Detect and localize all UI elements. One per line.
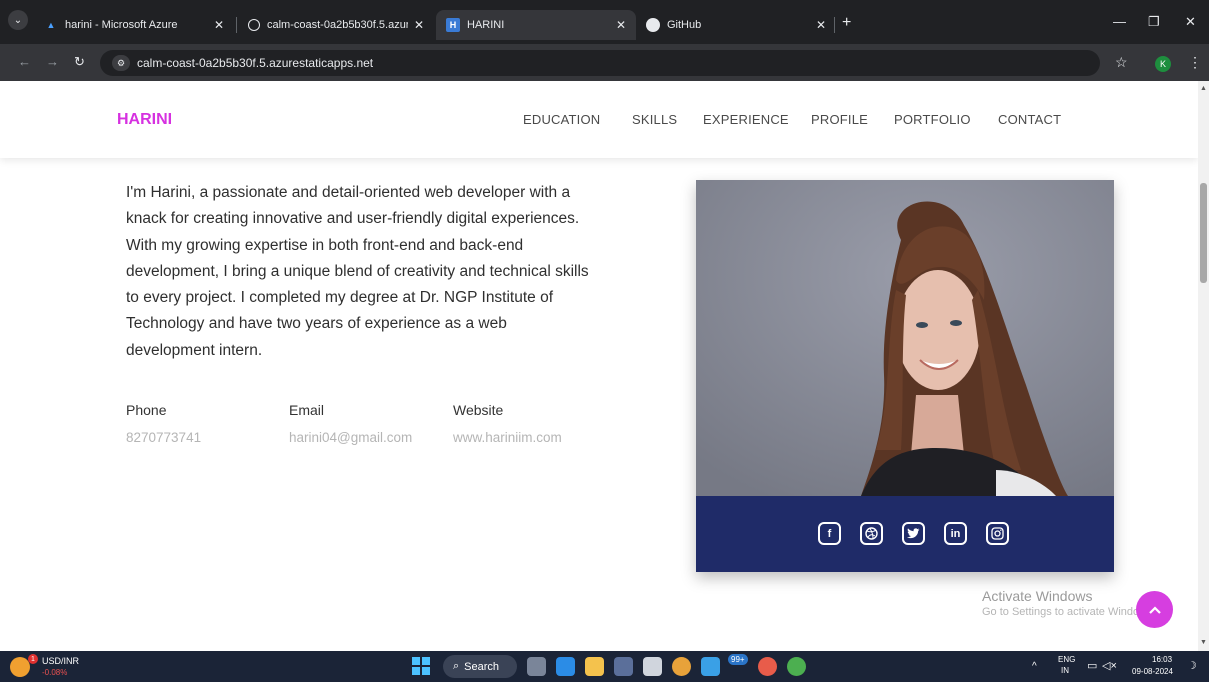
email-label: Email [289,402,325,418]
facebook-icon[interactable]: f [818,522,841,545]
profile-photo-illustration [696,180,1114,496]
reload-icon[interactable]: ↻ [74,54,85,70]
phone-label: Phone [126,402,167,418]
phone-value: 8270773741 [126,430,202,445]
site-brand[interactable]: HARINI [117,111,172,129]
speaker-icon[interactable]: ◁× [1102,659,1117,672]
vscode-icon[interactable] [556,657,575,676]
widget-title[interactable]: USD/INR [42,656,79,666]
start-windows-icon[interactable] [412,657,430,675]
instagram-icon[interactable] [986,522,1009,545]
azure-icon: ▲ [46,20,56,30]
notification-icon[interactable]: ☽ [1187,659,1197,672]
scroll-thumb[interactable] [1200,183,1207,283]
widget-badge: 1 [28,654,38,664]
tab-title: harini - Microsoft Azure [65,19,178,31]
site-header: HARINI EDUCATION SKILLS EXPERIENCE PROFI… [0,81,1198,158]
tab-github[interactable]: GitHub ✕ [636,10,836,40]
nav-portfolio[interactable]: PORTFOLIO [894,112,971,127]
browser-tab-strip: ⌄ ▲ harini - Microsoft Azure ✕ calm-coas… [0,0,1209,44]
region-indicator: IN [1061,666,1069,675]
bookmark-star-icon[interactable]: ☆ [1115,54,1128,71]
url-text[interactable]: calm-coast-0a2b5b30f.5.azurestaticapps.n… [137,56,373,70]
site-info-icon[interactable]: ⚙ [112,55,130,71]
nav-education[interactable]: EDUCATION [523,112,600,127]
site-icon: H [446,18,460,32]
tab-separator [236,17,237,33]
nav-experience[interactable]: EXPERIENCE [703,112,789,127]
new-tab-button[interactable]: + [842,14,851,32]
globe-icon [248,19,260,31]
website-label: Website [453,402,504,418]
address-bar[interactable]: ⚙ calm-coast-0a2b5b30f.5.azurestaticapps… [100,50,1100,76]
linkedin-icon[interactable]: in [944,522,967,545]
profile-photo [696,180,1114,496]
tab-harini[interactable]: H HARINI ✕ [436,10,636,40]
close-icon[interactable]: ✕ [616,18,626,32]
activate-windows-title: Activate Windows [982,588,1093,604]
file-explorer-icon[interactable] [585,657,604,676]
about-paragraph: I'm Harini, a passionate and detail-orie… [126,184,589,359]
profile-card: f in [696,180,1114,572]
email-value: harini04@gmail.com [289,430,413,445]
search-icon: ⌕ [453,660,460,672]
chrome-profile-icon-2[interactable] [787,657,806,676]
tab-calm-coast[interactable]: calm-coast-0a2b5b30f.5.azures ✕ [238,10,434,40]
taskbar-search-label: Search [464,660,500,673]
forward-icon[interactable]: → [46,54,59,69]
clock-date[interactable]: 09-08-2024 [1132,667,1173,676]
tab-separator [834,17,835,33]
clock-time[interactable]: 16:03 [1152,655,1172,664]
widget-change: -0.08% [42,668,68,677]
page-viewport: HARINI EDUCATION SKILLS EXPERIENCE PROFI… [0,81,1198,651]
twitter-icon[interactable] [902,522,925,545]
chrome-profile-icon[interactable] [758,657,777,676]
tab-azure[interactable]: ▲ harini - Microsoft Azure ✕ [34,10,234,40]
browser-toolbar: ← → ↻ ⚙ calm-coast-0a2b5b30f.5.azurestat… [0,44,1209,81]
scroll-up-arrow-icon[interactable]: ▲ [1200,85,1207,92]
back-icon[interactable]: ← [18,54,31,69]
scroll-to-top-button[interactable] [1136,591,1173,628]
chrome-notification-badge: 99+ [728,654,748,665]
tab-title: GitHub [667,19,702,31]
tray-chevron-up-icon[interactable]: ^ [1032,661,1037,672]
tab-search-button[interactable]: ⌄ [8,10,28,30]
dribbble-icon[interactable] [860,522,883,545]
close-icon[interactable]: ✕ [414,18,424,32]
activate-windows-subtitle: Go to Settings to activate Windows. [982,606,1156,618]
tab-title: calm-coast-0a2b5b30f.5.azures [267,19,408,31]
close-icon[interactable]: ✕ [214,18,224,32]
window-close-icon[interactable]: ✕ [1185,14,1196,30]
menu-kebab-icon[interactable]: ⋮ [1188,54,1202,71]
nav-profile[interactable]: PROFILE [811,112,868,127]
task-view-icon[interactable] [527,657,546,676]
notes-icon[interactable] [643,657,662,676]
restore-icon[interactable]: ❐ [1148,14,1160,30]
chrome-icon[interactable] [672,657,691,676]
language-indicator[interactable]: ENG [1058,655,1075,664]
tab-title: HARINI [467,19,505,31]
minimize-icon[interactable]: — [1113,14,1126,29]
windows-taskbar: 1 USD/INR -0.08% ⌕ Search 99+ ^ ENG IN ▭… [0,651,1209,682]
weather-widget-icon[interactable] [10,657,30,677]
website-value: www.hariniim.com [453,430,562,445]
github-icon [646,18,660,32]
store-icon[interactable] [614,657,633,676]
nav-skills[interactable]: SKILLS [632,112,677,127]
profile-avatar[interactable]: K [1155,56,1171,72]
close-icon[interactable]: ✕ [816,18,826,32]
network-icon[interactable]: ▭ [1087,659,1097,672]
nav-contact[interactable]: CONTACT [998,112,1061,127]
social-links-bar: f in [696,496,1114,572]
taskbar-search-box[interactable]: ⌕ Search [443,655,517,678]
scroll-down-arrow-icon[interactable]: ▼ [1200,639,1207,646]
page-scrollbar[interactable]: ▲ ▼ [1198,81,1209,651]
app-icon[interactable] [701,657,720,676]
chevron-up-icon [1148,605,1161,614]
